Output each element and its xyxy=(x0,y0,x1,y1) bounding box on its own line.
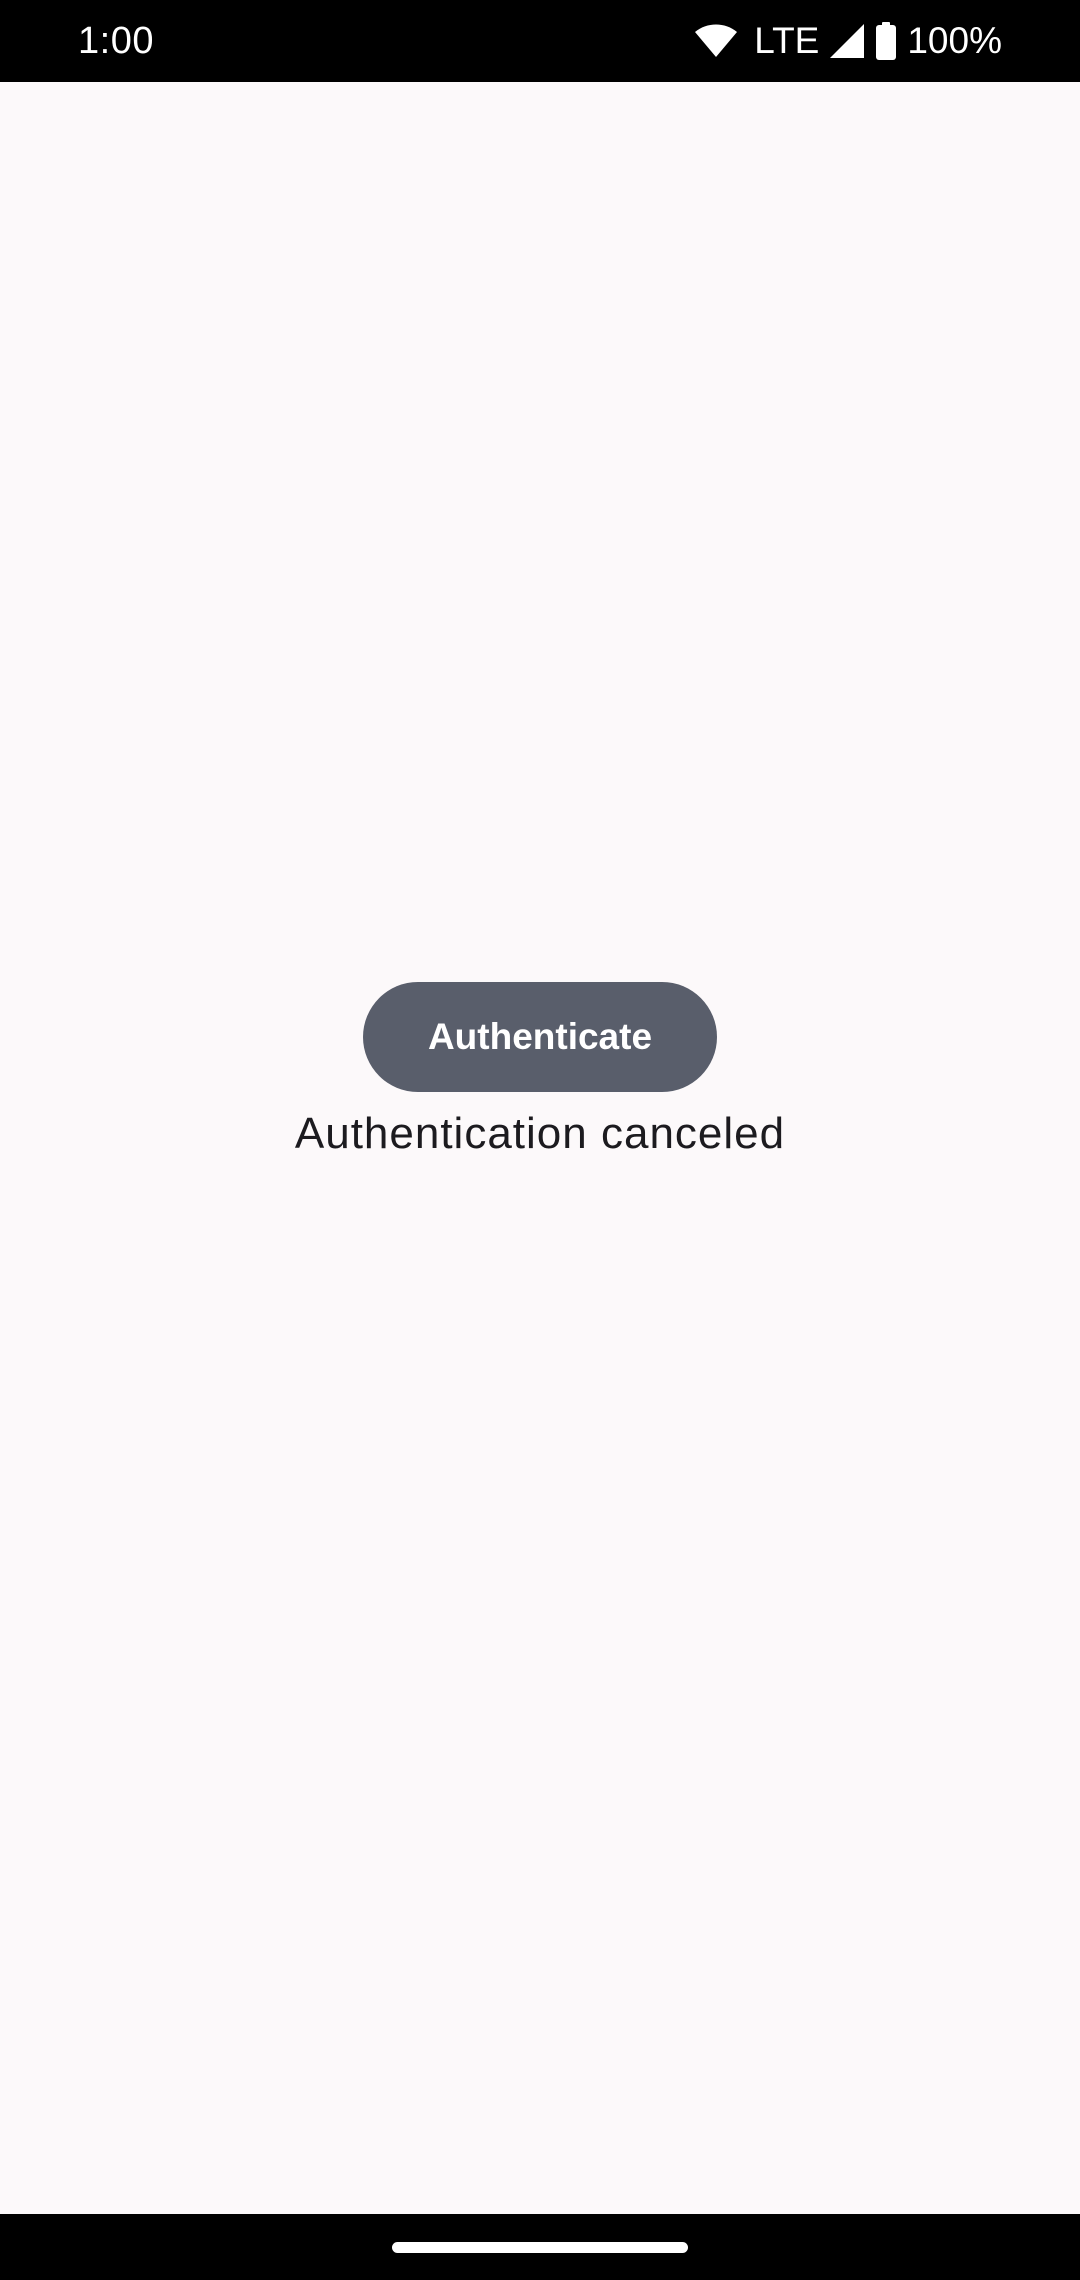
battery-icon xyxy=(875,22,897,60)
cell-signal-icon xyxy=(829,23,865,59)
status-icons: LTE 100% xyxy=(694,14,1002,68)
network-type: LTE xyxy=(754,20,820,61)
navigation-bar xyxy=(0,2214,1080,2280)
authenticate-button[interactable]: Authenticate xyxy=(363,982,717,1092)
status-bar: 1:00 LTE 100% xyxy=(0,0,1080,82)
battery-percentage: 100% xyxy=(907,20,1002,61)
authentication-status-text: Authentication canceled xyxy=(294,1109,786,1158)
home-gesture-handle[interactable] xyxy=(392,2242,688,2253)
wifi-icon xyxy=(694,23,738,59)
status-time: 1:00 xyxy=(78,20,154,62)
